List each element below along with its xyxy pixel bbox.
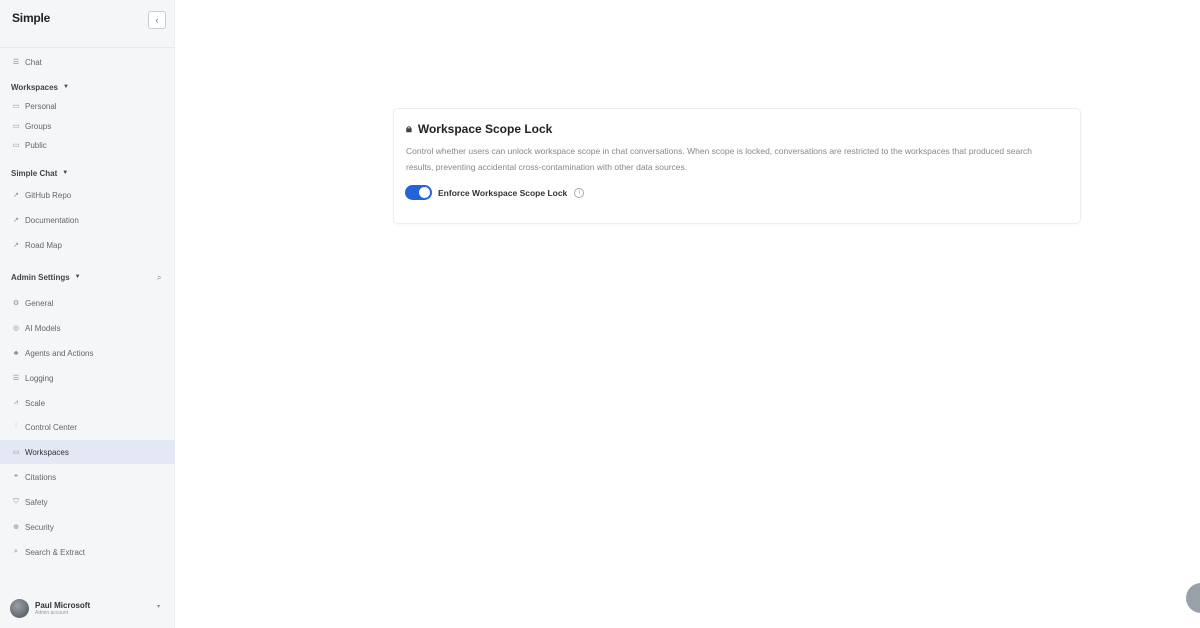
lock-icon: 🔒︎ — [406, 122, 412, 135]
sidebar: Simple ‹ ☰ Chat Workspaces ▼ ▭ Personal ▭ Gr… — [0, 0, 175, 628]
section-simple-chat[interactable]: Simple Chat ▼ — [11, 166, 68, 180]
user-info: Paul Microsoft Admin account — [35, 600, 91, 616]
external-link-icon: ↗ — [13, 242, 19, 249]
search-icon[interactable]: ⌕ — [157, 273, 161, 283]
user-menu[interactable]: Paul Microsoft Admin account ▾ — [0, 594, 175, 622]
floating-action-button[interactable] — [1186, 583, 1200, 613]
sidebar-item-github[interactable]: ↗ GitHub Repo — [0, 184, 175, 206]
shield-icon: ⛉ — [13, 498, 19, 505]
sidebar-item-agents[interactable]: ♣ Agents and Actions — [0, 342, 175, 364]
toggle-label[interactable]: Enforce Workspace Scope Lock — [438, 188, 567, 198]
sidebar-item-search-extract[interactable]: ⌕ Search & Extract — [0, 541, 175, 563]
folder-icon: ▭ — [12, 123, 20, 130]
sidebar-item-control-center[interactable]: ⫶ Control Center — [0, 416, 175, 438]
section-admin-settings[interactable]: Admin Settings ▼ — [11, 270, 81, 284]
agent-icon: ♣ — [13, 349, 19, 357]
card-title: 🔒︎ Workspace Scope Lock — [406, 122, 553, 136]
sidebar-item-roadmap[interactable]: ↗ Road Map — [0, 234, 175, 256]
toggle-knob — [419, 187, 430, 198]
folder-icon: ▭ — [12, 449, 20, 456]
sidebar-item-documentation[interactable]: ↗ Documentation — [0, 209, 175, 231]
folder-icon: ▭ — [12, 142, 20, 149]
info-icon[interactable]: i — [574, 187, 585, 198]
folder-icon: ▭ — [12, 103, 20, 110]
card-description: Control whether users can unlock workspa… — [406, 146, 1033, 172]
caret-down-icon: ▼ — [63, 84, 69, 90]
sidebar-item-scale[interactable]: ⩘ Scale — [0, 392, 175, 414]
control-icon: ⫶ — [15, 423, 17, 430]
external-link-icon: ↗ — [13, 217, 19, 224]
scale-icon: ⩘ — [14, 399, 18, 406]
sidebar-item-general[interactable]: ⚙ General — [0, 292, 175, 314]
chat-icon: ☰ — [12, 59, 20, 66]
caret-down-icon: ▼ — [62, 170, 69, 176]
search-icon: ⌕ — [14, 548, 18, 555]
section-workspaces[interactable]: Workspaces ▼ — [11, 80, 69, 94]
avatar — [10, 598, 29, 618]
app-logo[interactable]: Simple — [12, 11, 50, 25]
collapse-sidebar-button[interactable]: ‹ — [148, 11, 166, 29]
gear-icon: ⚙ — [12, 300, 20, 307]
sidebar-item-personal[interactable]: ▭ Personal — [0, 95, 175, 117]
log-icon: ☰ — [12, 375, 20, 382]
sidebar-item-security[interactable]: ⊕ Security — [0, 516, 175, 538]
sidebar-item-logging[interactable]: ☰ Logging — [0, 367, 175, 389]
workspace-scope-lock-card: 🔒︎ Workspace Scope Lock Control whether … — [393, 108, 1081, 224]
lock-icon: ⊕ — [13, 524, 19, 531]
sidebar-item-ai-models[interactable]: ◎ AI Models — [0, 317, 175, 339]
sidebar-item-chat[interactable]: ☰ Chat — [0, 51, 175, 73]
external-link-icon: ↗ — [13, 192, 19, 199]
app-root: Simple ‹ ☰ Chat Workspaces ▼ ▭ Personal ▭ Gr… — [0, 0, 1200, 628]
chevron-down-icon: ▾ — [157, 604, 161, 610]
scope-lock-toggle-row: Enforce Workspace Scope Lock i — [405, 185, 585, 200]
sidebar-item-citations[interactable]: ❝ Citations — [0, 466, 175, 488]
sidebar-item-public[interactable]: ▭ Public — [0, 134, 175, 156]
scope-lock-toggle[interactable] — [405, 185, 432, 200]
sidebar-divider — [0, 47, 175, 48]
quote-icon: ❝ — [14, 474, 18, 481]
cpu-icon: ◎ — [12, 325, 20, 332]
caret-down-icon: ▼ — [74, 274, 81, 280]
sidebar-item-workspaces[interactable]: ▭ Workspaces — [0, 440, 175, 464]
sidebar-item-safety[interactable]: ⛉ Safety — [0, 491, 175, 513]
